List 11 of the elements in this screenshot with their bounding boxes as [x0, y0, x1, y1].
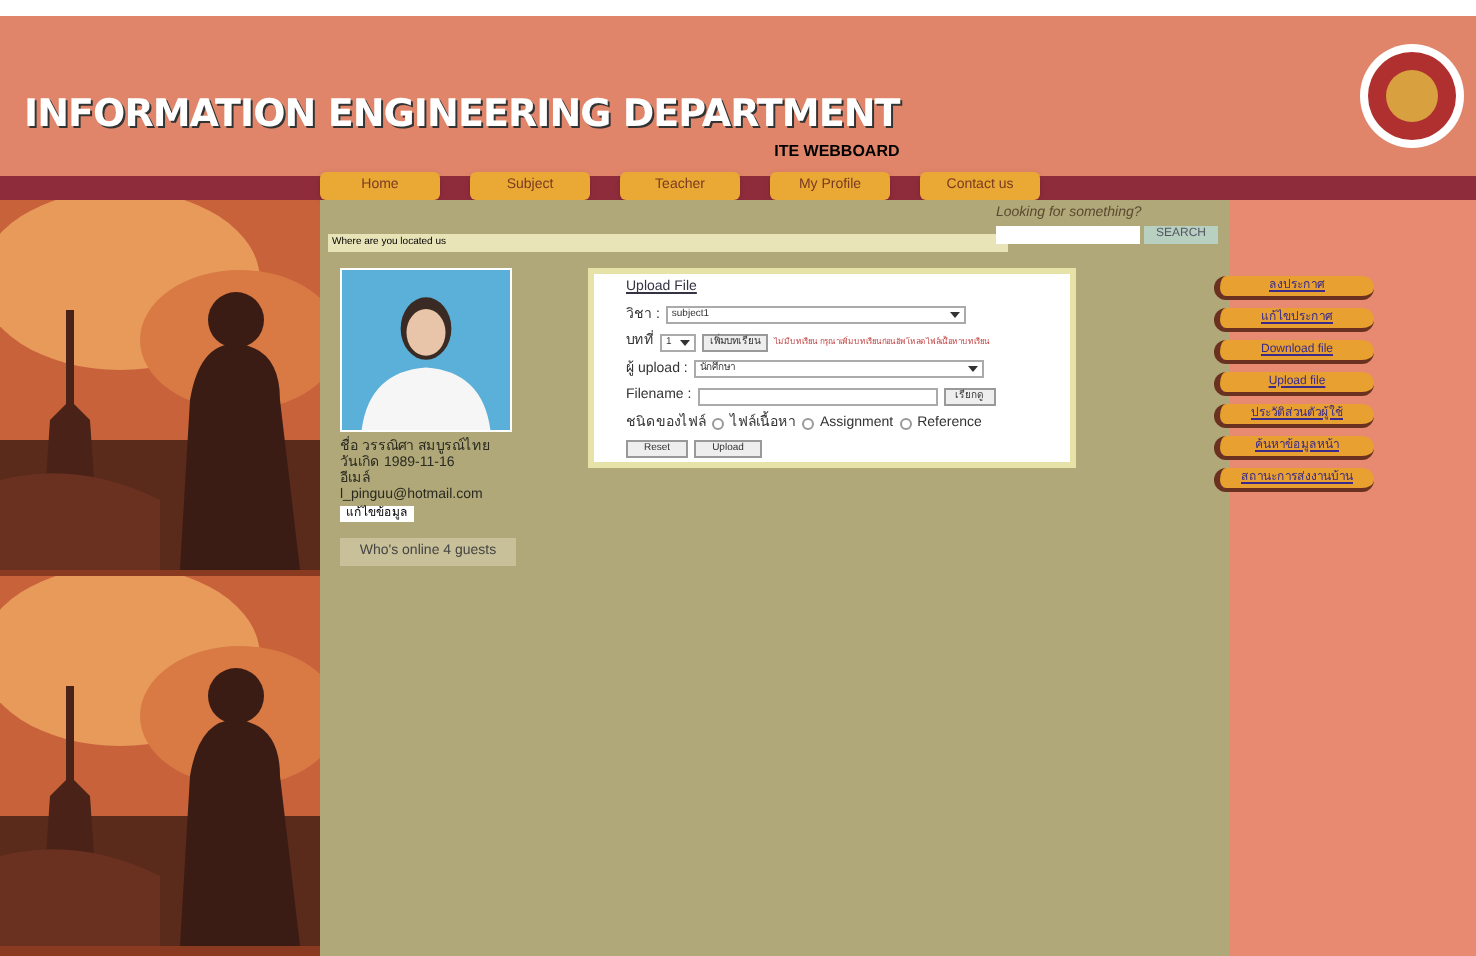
- dropdown-arrow-icon: [949, 312, 960, 319]
- search-field[interactable]: [995, 225, 1140, 243]
- site-subtitle: ITE WEBBOARD: [774, 140, 900, 164]
- file-field[interactable]: [697, 387, 938, 406]
- site-title: INFORMATION ENGINEERING DEPARTMENT: [24, 96, 900, 134]
- radio-button[interactable]: [802, 417, 814, 430]
- radio-button[interactable]: [899, 417, 912, 430]
- logo-icon: [1360, 44, 1464, 148]
- radio-button[interactable]: [712, 417, 724, 430]
- dropdown-arrow-icon: [680, 339, 690, 346]
- dropdown-arrow-icon: [967, 366, 978, 373]
